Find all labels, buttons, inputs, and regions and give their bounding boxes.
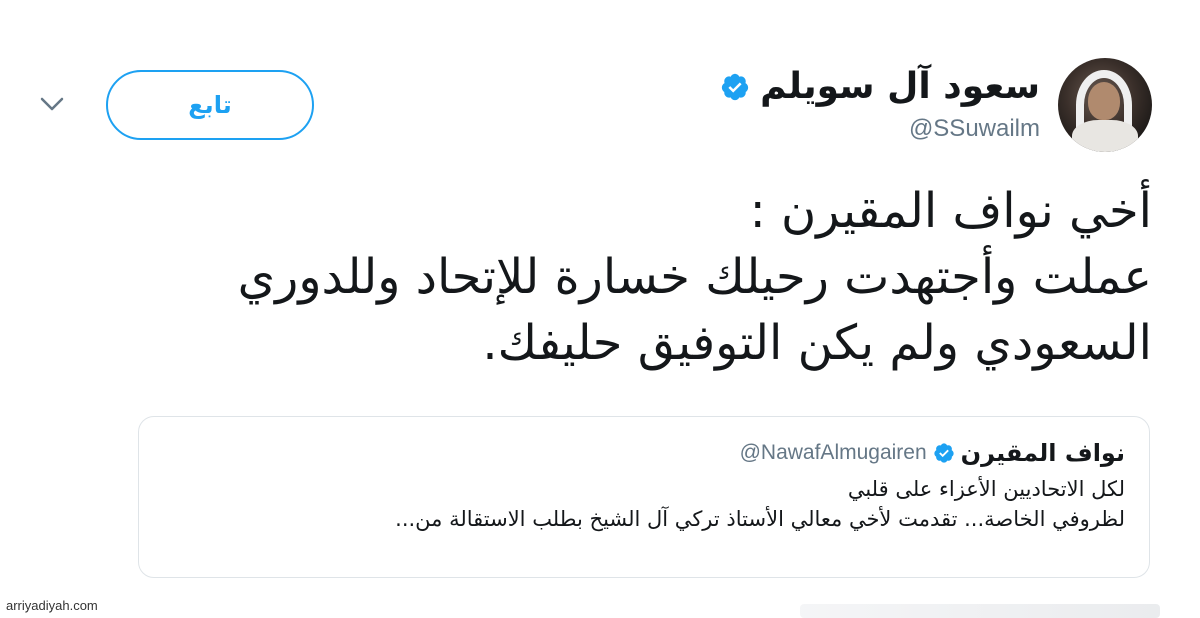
tweet-text-line: السعودي ولم يكن التوفيق حليفك. [42,310,1152,376]
quoted-tweet-line: لظروفي الخاصة... تقدمت لأخي معالي الأستا… [163,507,1125,531]
author-handle[interactable]: @SSuwailm [909,115,1040,143]
avatar[interactable] [1058,58,1152,152]
follow-button[interactable]: تابع [106,70,314,140]
tweet-text-line: عملت وأجتهدت رحيلك خسارة للإتحاد وللدوري [42,244,1152,310]
verified-badge-icon [933,442,955,464]
verified-badge-icon [720,72,750,102]
avatar-face [1088,82,1120,120]
tweet-text-line: أخي نواف المقيرن : [42,178,1152,244]
author-info: سعود آل سويلم @SSuwailm [720,67,1040,143]
author-display-name[interactable]: سعود آل سويلم [760,67,1040,107]
quoted-author-name: نواف المقيرن [961,439,1125,467]
quoted-tweet[interactable]: نواف المقيرن @NawafAlmugairen لكل الاتحا… [138,416,1150,578]
author-name-row: سعود آل سويلم [720,67,1040,107]
chevron-down-icon[interactable] [38,94,66,114]
quoted-author-handle: @NawafAlmugairen [740,441,927,465]
tweet-card: سعود آل سويلم @SSuwailm تابع أخي نواف ال… [0,0,1200,618]
quoted-tweet-line: لكل الاتحاديين الأعزاء على قلبي [163,477,1125,501]
faded-next-line [800,604,1160,618]
tweet-header: سعود آل سويلم @SSuwailm [720,58,1152,152]
tweet-text: أخي نواف المقيرن : عملت وأجتهدت رحيلك خس… [42,178,1152,376]
watermark: arriyadiyah.com [6,598,98,613]
avatar-thobe [1072,120,1138,152]
quoted-tweet-header: نواف المقيرن @NawafAlmugairen [163,439,1125,467]
